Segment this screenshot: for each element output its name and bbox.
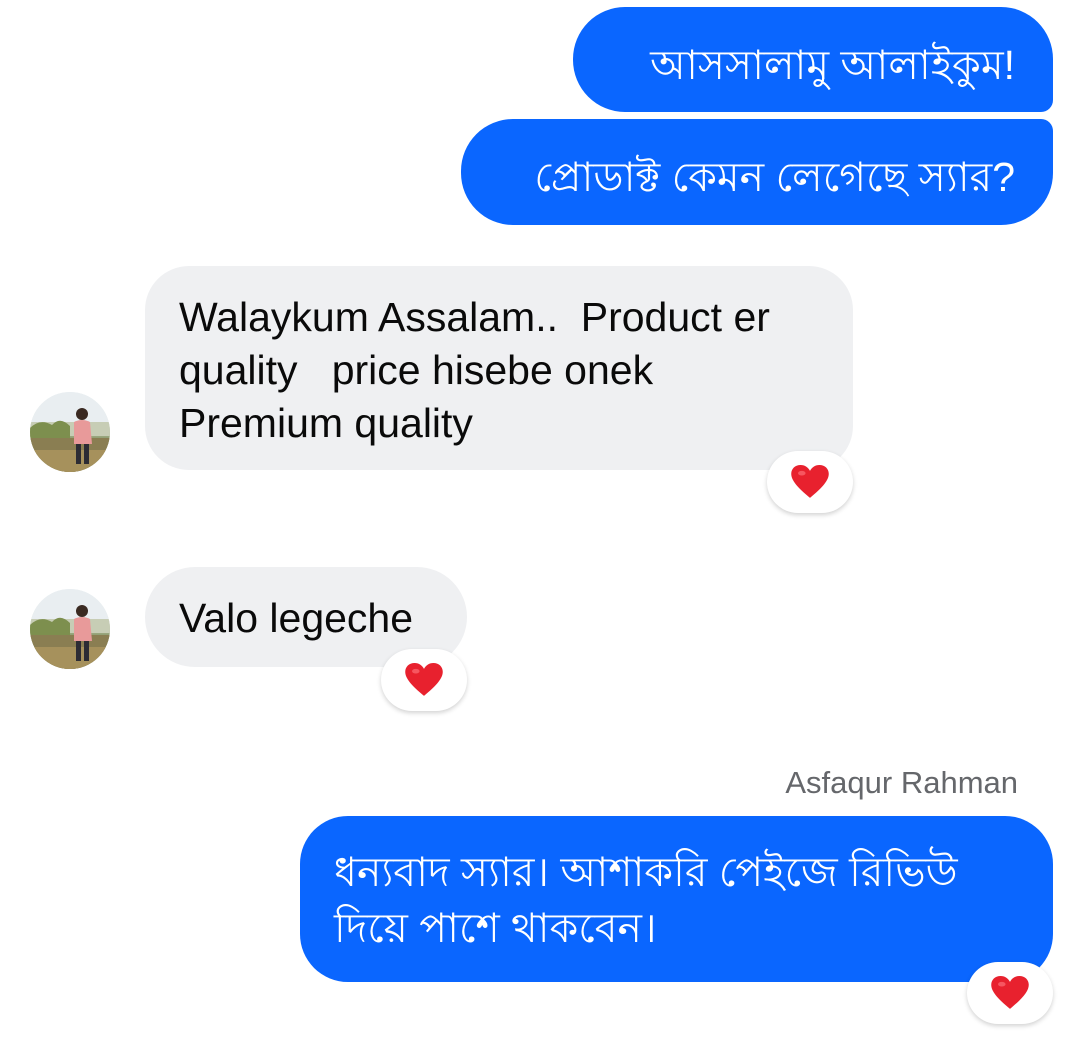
message-text: Valo legeche <box>179 595 414 641</box>
avatar-photo <box>30 392 110 472</box>
message-text: আসসালামু আলাইকুম! <box>650 42 1015 88</box>
avatar-photo <box>30 589 110 669</box>
message-text: ধন্যবাদ স্যার। আশাকরি পেইজে রিভিউ দিয়ে … <box>334 849 958 951</box>
outgoing-message-bubble[interactable]: প্রোডাক্ট কেমন লেগেছে স্যার? <box>461 119 1053 225</box>
message-reaction[interactable] <box>767 451 853 513</box>
message-reaction[interactable] <box>967 962 1053 1024</box>
message-text: Walaykum Assalam.. Product er quality pr… <box>179 294 770 446</box>
heart-icon <box>405 663 443 696</box>
contact-avatar[interactable] <box>30 392 110 472</box>
outgoing-message-bubble[interactable]: আসসালামু আলাইকুম! <box>573 7 1053 112</box>
heart-icon <box>991 976 1029 1009</box>
contact-avatar[interactable] <box>30 589 110 669</box>
outgoing-message-bubble[interactable]: ধন্যবাদ স্যার। আশাকরি পেইজে রিভিউ দিয়ে … <box>300 816 1053 982</box>
sender-name: Asfaqur Rahman <box>785 765 1018 800</box>
incoming-message-bubble[interactable]: Walaykum Assalam.. Product er quality pr… <box>145 266 853 470</box>
message-text: প্রোডাক্ট কেমন লেগেছে স্যার? <box>534 154 1015 200</box>
message-reaction[interactable] <box>381 649 467 711</box>
heart-icon <box>791 465 829 498</box>
